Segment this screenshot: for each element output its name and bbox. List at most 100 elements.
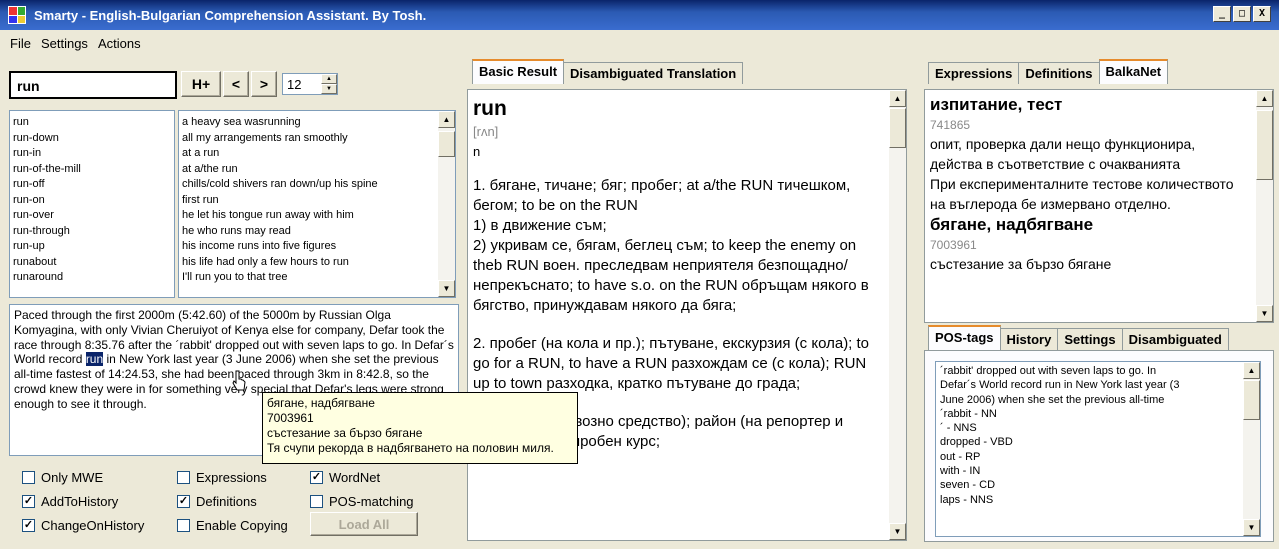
spin-down-icon[interactable]: ▼: [321, 84, 337, 94]
list-item[interactable]: out - RP: [940, 450, 1256, 464]
prev-button[interactable]: <: [223, 71, 249, 97]
scroll-up-icon[interactable]: ▲: [1256, 90, 1273, 107]
checkbox-box[interactable]: ✓: [310, 471, 323, 484]
balkanet-scrollbar[interactable]: ▲ ▼: [1256, 90, 1273, 322]
list-item[interactable]: seven - CD: [940, 478, 1256, 492]
list-item[interactable]: ´rabbit - NN: [940, 407, 1256, 421]
list-item[interactable]: with - IN: [940, 464, 1256, 478]
list-item[interactable]: ´ - NNS: [940, 421, 1256, 435]
list-item[interactable]: chills/cold shivers ran down/up his spin…: [182, 177, 452, 193]
checkbox-box[interactable]: ✓: [22, 495, 35, 508]
tab-expressions[interactable]: Expressions: [928, 62, 1020, 84]
tab-basic-result[interactable]: Basic Result: [472, 59, 565, 84]
title-bar[interactable]: Smarty - English-Bulgarian Comprehension…: [0, 0, 1279, 30]
pos-matching-checkbox[interactable]: POS-matching: [310, 494, 414, 509]
checkbox-box[interactable]: [177, 471, 190, 484]
list-item[interactable]: ´rabbit' dropped out with seven laps to …: [940, 364, 1256, 378]
tab-history[interactable]: History: [999, 328, 1059, 350]
menu-settings[interactable]: Settings: [41, 36, 88, 51]
tab-disambiguated[interactable]: Disambiguated: [1121, 328, 1229, 350]
search-input[interactable]: run: [9, 71, 177, 99]
list-item[interactable]: all my arrangements ran smoothly: [182, 131, 452, 147]
menu-actions[interactable]: Actions: [98, 36, 141, 51]
scroll-down-icon[interactable]: ▼: [1256, 305, 1273, 322]
checkbox-label: Expressions: [196, 470, 267, 485]
list-item[interactable]: dropped - VBD: [940, 435, 1256, 449]
balkanet-pane[interactable]: изпитание, тест 741865 опит, проверка да…: [924, 89, 1274, 323]
pos-scrollbar[interactable]: ▲ ▼: [1243, 362, 1260, 536]
list-item[interactable]: his income runs into five figures: [182, 239, 452, 255]
next-button[interactable]: >: [251, 71, 277, 97]
maximize-button[interactable]: □: [1233, 6, 1251, 22]
list-item[interactable]: run-on: [13, 193, 171, 209]
list-item[interactable]: Defar´s World record run in New York las…: [940, 378, 1256, 392]
change-on-history-checkbox[interactable]: ✓ ChangeOnHistory: [22, 518, 144, 533]
list-item[interactable]: I'll run you to that tree: [182, 270, 452, 286]
list-item[interactable]: run-in: [13, 146, 171, 162]
checkbox-box[interactable]: ✓: [22, 519, 35, 532]
hand-cursor-icon: [232, 370, 246, 391]
scroll-up-icon[interactable]: ▲: [1243, 362, 1260, 379]
expressions-checkbox[interactable]: Expressions: [177, 470, 267, 485]
checkbox-label: POS-matching: [329, 494, 414, 509]
menu-file[interactable]: File: [10, 36, 31, 51]
enable-copying-checkbox[interactable]: Enable Copying: [177, 518, 288, 533]
hplus-button[interactable]: H+: [181, 71, 221, 97]
list-item[interactable]: his life had only a few hours to run: [182, 255, 452, 271]
list-item[interactable]: run-down: [13, 131, 171, 147]
scroll-down-icon[interactable]: ▼: [1243, 519, 1260, 536]
count-spinner[interactable]: ▲ ▼: [321, 74, 337, 94]
list-item[interactable]: run: [13, 115, 171, 131]
pos-tags-list[interactable]: ´rabbit' dropped out with seven laps to …: [935, 361, 1261, 537]
list-item[interactable]: run-of-the-mill: [13, 162, 171, 178]
scroll-down-icon[interactable]: ▼: [438, 280, 455, 297]
list-item[interactable]: he who runs may read: [182, 224, 452, 240]
list-item[interactable]: first run: [182, 193, 452, 209]
word-list[interactable]: run run-down run-in run-of-the-mill run-…: [9, 110, 175, 298]
list-item[interactable]: a heavy sea wasrunning: [182, 115, 452, 131]
scroll-up-icon[interactable]: ▲: [438, 111, 455, 128]
list-item[interactable]: laps - NNS: [940, 493, 1256, 507]
phrase-scrollbar[interactable]: ▲ ▼: [438, 111, 455, 297]
checkbox-box[interactable]: ✓: [177, 495, 190, 508]
scroll-thumb[interactable]: [1256, 110, 1273, 180]
scroll-thumb[interactable]: [1243, 380, 1260, 420]
list-item[interactable]: run-through: [13, 224, 171, 240]
tab-balkanet[interactable]: BalkaNet: [1098, 59, 1169, 84]
list-item[interactable]: runabout: [13, 255, 171, 271]
list-item[interactable]: he let his tongue run away with him: [182, 208, 452, 224]
result-pane[interactable]: run [rʌn] n 1. бягане, тичане; бяг; проб…: [467, 89, 907, 541]
wordnet-checkbox[interactable]: ✓ WordNet: [310, 470, 380, 485]
only-mwe-checkbox[interactable]: Only MWE: [22, 470, 103, 485]
tab-disambiguated-translation[interactable]: Disambiguated Translation: [563, 62, 744, 84]
checkbox-box[interactable]: [22, 471, 35, 484]
count-value[interactable]: 12: [283, 74, 321, 94]
result-scrollbar[interactable]: ▲ ▼: [889, 90, 906, 540]
list-item[interactable]: at a/the run: [182, 162, 452, 178]
highlighted-word[interactable]: run: [85, 352, 104, 367]
checkbox-box[interactable]: [310, 495, 323, 508]
close-button[interactable]: X: [1253, 6, 1271, 22]
list-item[interactable]: run-off: [13, 177, 171, 193]
count-stepper[interactable]: 12 ▲ ▼: [282, 73, 338, 95]
load-all-button[interactable]: Load All: [310, 512, 418, 536]
list-item[interactable]: runaround: [13, 270, 171, 286]
checkbox-box[interactable]: [177, 519, 190, 532]
scroll-up-icon[interactable]: ▲: [889, 90, 906, 107]
list-item[interactable]: run-up: [13, 239, 171, 255]
list-item[interactable]: run-over: [13, 208, 171, 224]
definitions-checkbox[interactable]: ✓ Definitions: [177, 494, 257, 509]
balkanet-definition: състезание за бързо бягане: [930, 256, 1112, 272]
tab-definitions[interactable]: Definitions: [1018, 62, 1100, 84]
spin-up-icon[interactable]: ▲: [321, 74, 337, 84]
scroll-thumb[interactable]: [889, 108, 906, 148]
scroll-thumb[interactable]: [438, 131, 455, 157]
scroll-down-icon[interactable]: ▼: [889, 523, 906, 540]
add-to-history-checkbox[interactable]: ✓ AddToHistory: [22, 494, 118, 509]
tab-settings[interactable]: Settings: [1057, 328, 1123, 350]
list-item[interactable]: June 2006) when she set the previous all…: [940, 393, 1256, 407]
list-item[interactable]: at a run: [182, 146, 452, 162]
tab-pos-tags[interactable]: POS-tags: [928, 325, 1001, 350]
minimize-button[interactable]: _: [1213, 6, 1231, 22]
phrase-list[interactable]: a heavy sea wasrunning all my arrangemen…: [178, 110, 456, 298]
